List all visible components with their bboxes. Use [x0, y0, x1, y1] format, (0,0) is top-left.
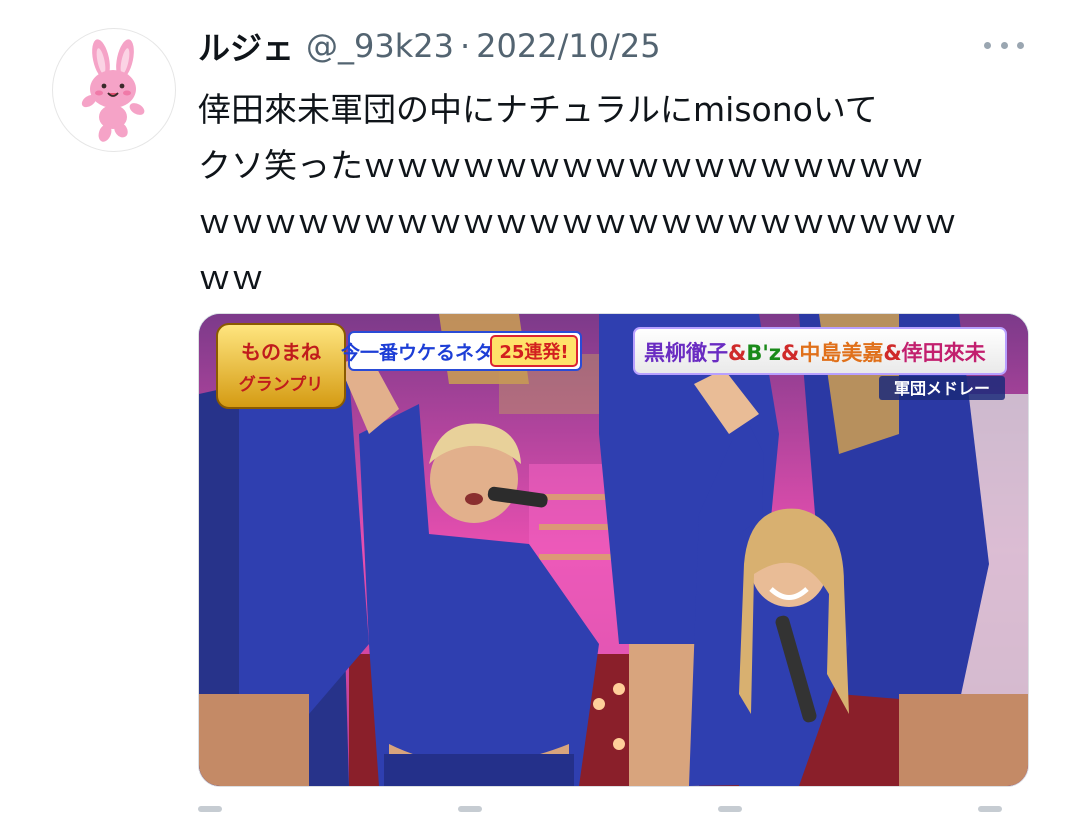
reply-icon[interactable] [198, 806, 222, 812]
avatar[interactable] [52, 28, 176, 152]
banner-amp-2: & [781, 341, 799, 365]
banner-name-1: 黒柳徹子 [644, 341, 728, 365]
user-handle[interactable]: @_93k23 [306, 27, 454, 65]
banner-name-2: B'z [746, 341, 781, 365]
more-options-icon[interactable] [984, 30, 1024, 60]
tweet-media-image[interactable]: ものまね グランプリ 今一番ウケるネタ 25連発! 黒柳徹子&B'z&中島美嘉&… [198, 313, 1029, 787]
banner-name-4: 倖田來未 [901, 341, 986, 365]
retweet-icon[interactable] [458, 806, 482, 812]
pink-rabbit-icon [81, 39, 145, 142]
tweet-text-line: クソ笑ったｗｗｗｗｗｗｗｗｗｗｗｗｗｗｗｗｗ [198, 146, 924, 185]
share-icon[interactable] [978, 806, 1002, 812]
svg-text:黒柳徹子&B'z&中島美嘉&倖田來未: 黒柳徹子&B'z&中島美嘉&倖田來未 [644, 341, 986, 365]
banner-sub: 軍団メドレー [894, 379, 990, 398]
logo-line-2: グランプリ [239, 374, 324, 395]
banner-badge: 25連発! [499, 341, 568, 363]
display-name[interactable]: ルジェ [198, 23, 294, 69]
tweet-text-line: ｗｗ [198, 258, 264, 297]
banner-amp-3: & [883, 341, 901, 365]
tv-screenshot: ものまね グランプリ 今一番ウケるネタ 25連発! 黒柳徹子&B'z&中島美嘉&… [199, 314, 1028, 786]
tweet-text-line: 倖田來未軍団の中にナチュラルにmisonoいて [198, 90, 878, 129]
show-logo: ものまね グランプリ [216, 323, 346, 409]
banner-name-3: 中島美嘉 [799, 341, 883, 365]
like-icon[interactable] [718, 806, 742, 812]
tweet-header: ルジェ @_93k23 · 2022/10/25 [198, 22, 661, 70]
banner-left: 今一番ウケるネタ 25連発! [340, 331, 582, 371]
banner-amp-1: & [728, 341, 746, 365]
logo-line-1: ものまね [241, 340, 321, 364]
tweet-date[interactable]: 2022/10/25 [476, 27, 660, 65]
separator-dot: · [459, 27, 471, 65]
banner-left-text: 今一番ウケるネタ [340, 341, 493, 364]
tweet-actions [198, 800, 1027, 814]
tweet-text-line: ｗｗｗｗｗｗｗｗｗｗｗｗｗｗｗｗｗｗｗｗｗｗｗ [198, 202, 957, 241]
tweet-text: 倖田來未軍団の中にナチュラルにmisonoいて クソ笑ったｗｗｗｗｗｗｗｗｗｗｗ… [198, 82, 1038, 306]
